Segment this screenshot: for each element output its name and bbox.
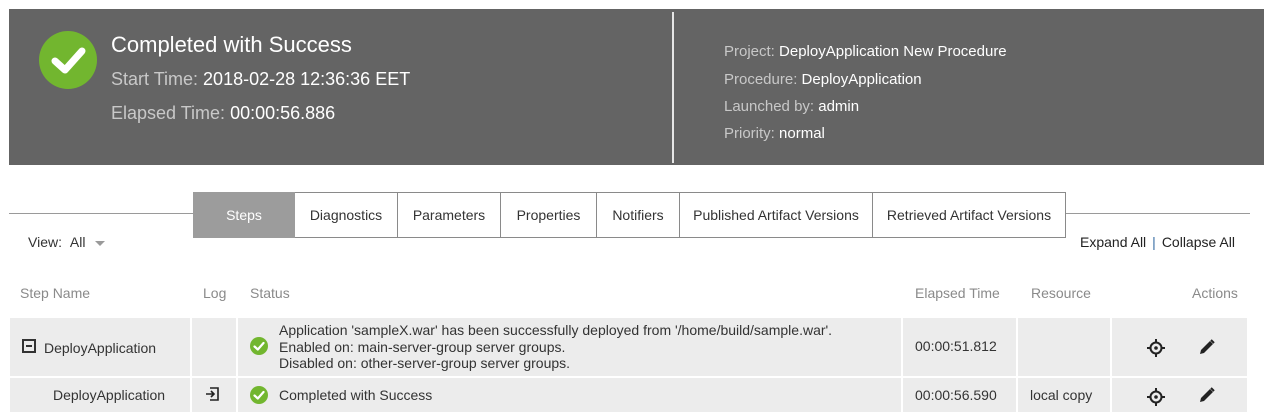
job-summary-header: Completed with Success Start Time: 2018-…	[9, 9, 1264, 165]
actions-cell	[1112, 378, 1247, 412]
tab-retrieved-artifact-versions[interactable]: Retrieved Artifact Versions	[873, 192, 1066, 238]
header-divider	[672, 12, 674, 163]
step-name[interactable]: DeployApplication	[44, 340, 156, 356]
collapse-all-link[interactable]: Collapse All	[1162, 234, 1235, 250]
column-header-resource[interactable]: Resource	[1031, 285, 1091, 301]
check-circle-icon	[250, 337, 268, 355]
status-cell: Completed with Success	[238, 378, 901, 412]
tab-published-artifact-versions[interactable]: Published Artifact Versions	[680, 192, 873, 238]
resource-cell	[1018, 318, 1110, 376]
view-filter[interactable]: View: All	[28, 234, 106, 250]
status-line: Application 'sampleX.war' has been succe…	[279, 322, 833, 338]
tab-diagnostics[interactable]: Diagnostics	[295, 192, 398, 238]
tab-steps[interactable]: Steps	[193, 192, 295, 238]
log-icon[interactable]	[205, 386, 221, 402]
check-circle-icon	[250, 386, 268, 404]
elapsed-time-cell: 00:00:51.812	[903, 318, 1016, 376]
procedure-label: Procedure:	[724, 71, 798, 88]
success-check-icon	[39, 31, 97, 89]
view-label: View:	[28, 234, 62, 250]
elapsed-time-value: 00:00:56.590	[915, 387, 997, 403]
start-time-label: Start Time:	[111, 69, 199, 89]
view-value[interactable]: All	[70, 234, 86, 250]
priority-label: Priority:	[724, 125, 775, 142]
log-cell	[192, 378, 236, 412]
separator: |	[1152, 234, 1156, 250]
column-header-step-name[interactable]: Step Name	[20, 285, 90, 301]
project-info: Project: DeployApplication New Procedure	[724, 43, 1007, 60]
start-time-value: 2018-02-28 12:36:36 EET	[203, 69, 411, 89]
launched-by-value: admin	[818, 98, 860, 115]
elapsed-time: Elapsed Time: 00:00:56.886	[111, 103, 335, 124]
actions-cell	[1112, 318, 1247, 376]
elapsed-time-cell: 00:00:56.590	[903, 378, 1016, 412]
status-cell: Application 'sampleX.war' has been succe…	[238, 318, 901, 376]
table-row: DeployApplication Application 'sampleX.w…	[10, 318, 1247, 376]
expand-collapse-controls: Expand All | Collapse All	[1080, 234, 1235, 250]
expand-all-link[interactable]: Expand All	[1080, 234, 1146, 250]
pencil-icon[interactable]	[1199, 339, 1215, 355]
crosshair-icon[interactable]	[1147, 388, 1165, 406]
step-name-cell: DeployApplication	[10, 378, 190, 412]
start-time: Start Time: 2018-02-28 12:36:36 EET	[111, 69, 410, 90]
column-header-actions: Actions	[1192, 285, 1238, 301]
job-status-title: Completed with Success	[111, 32, 352, 57]
resource-cell: local copy	[1018, 378, 1110, 412]
elapsed-time-value: 00:00:51.812	[915, 338, 997, 354]
procedure-value[interactable]: DeployApplication	[802, 71, 922, 88]
status-line: Enabled on: main-server-group server gro…	[279, 339, 566, 355]
step-name-cell: DeployApplication	[10, 318, 190, 376]
elapsed-time-label: Elapsed Time:	[111, 103, 226, 123]
log-cell	[192, 318, 236, 376]
column-header-elapsed-time[interactable]: Elapsed Time	[915, 285, 1000, 301]
priority-value: normal	[779, 125, 825, 142]
status-line: Disabled on: other-server-group server g…	[279, 355, 571, 371]
chevron-down-icon[interactable]	[95, 240, 106, 246]
table-row: DeployApplication Completed with Success…	[10, 378, 1247, 412]
status-line: Completed with Success	[279, 387, 433, 403]
column-header-status[interactable]: Status	[250, 285, 290, 301]
launched-by-label: Launched by:	[724, 98, 815, 115]
project-label: Project:	[724, 43, 775, 60]
launched-by-info: Launched by: admin	[724, 98, 859, 115]
resource-value[interactable]: local copy	[1030, 387, 1092, 403]
pencil-icon[interactable]	[1199, 387, 1215, 403]
priority-info: Priority: normal	[724, 125, 825, 142]
tab-parameters[interactable]: Parameters	[398, 192, 501, 238]
elapsed-time-value: 00:00:56.886	[230, 103, 336, 123]
crosshair-icon[interactable]	[1147, 339, 1165, 357]
tab-properties[interactable]: Properties	[501, 192, 597, 238]
step-name[interactable]: DeployApplication	[53, 387, 165, 403]
tab-bar: Steps Diagnostics Parameters Properties …	[193, 192, 1066, 239]
procedure-info: Procedure: DeployApplication	[724, 71, 922, 88]
collapse-minus-icon[interactable]	[22, 339, 36, 353]
column-header-log: Log	[203, 285, 227, 301]
project-value[interactable]: DeployApplication New Procedure	[779, 43, 1007, 60]
tab-notifiers[interactable]: Notifiers	[597, 192, 680, 238]
